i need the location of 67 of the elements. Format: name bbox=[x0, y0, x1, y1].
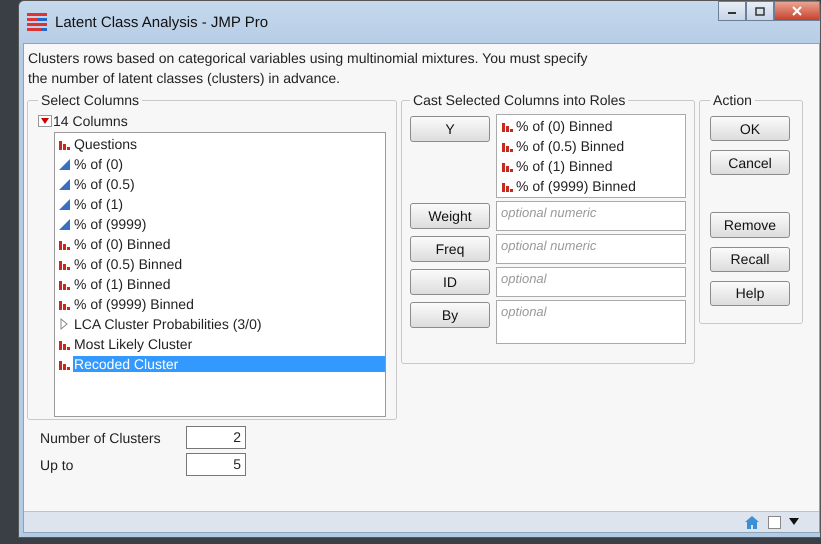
action-button[interactable]: Cancel bbox=[710, 150, 790, 176]
role-list[interactable]: % of (0) Binned % of (0.5) Binned % of (1) Binned % of (9999) Binned bbox=[496, 114, 686, 198]
bar-chart-icon bbox=[58, 278, 70, 290]
home-icon[interactable] bbox=[744, 514, 760, 530]
placeholder: optional bbox=[501, 271, 547, 286]
close-button[interactable] bbox=[774, 1, 820, 21]
close-icon bbox=[792, 6, 802, 16]
expand-triangle-icon[interactable] bbox=[58, 318, 70, 330]
column-item[interactable]: LCA Cluster Probabilities (3/0) bbox=[73, 316, 385, 332]
bar-chart-icon bbox=[501, 140, 513, 152]
bar-chart-icon bbox=[58, 358, 70, 370]
disclosure-button[interactable] bbox=[38, 115, 52, 127]
role-button[interactable]: ID bbox=[410, 269, 490, 295]
column-item[interactable]: Most Likely Cluster bbox=[73, 336, 385, 352]
bar-chart-icon bbox=[58, 338, 70, 350]
panel-title: Select Columns bbox=[40, 92, 140, 108]
action-button[interactable]: OK bbox=[710, 116, 790, 142]
action-button[interactable]: Remove bbox=[710, 212, 790, 238]
column-item[interactable]: % of (0.5) bbox=[73, 176, 385, 192]
column-item[interactable]: % of (0) Binned bbox=[73, 236, 385, 252]
bar-chart-icon bbox=[58, 298, 70, 310]
window-title: Latent Class Analysis - JMP Pro bbox=[55, 14, 268, 30]
action-button[interactable]: Help bbox=[710, 280, 790, 306]
columns-count: 14 Columns bbox=[53, 113, 128, 129]
bar-chart-icon bbox=[58, 258, 70, 270]
role-item: % of (9999) Binned bbox=[516, 178, 636, 194]
column-item[interactable]: % of (1) bbox=[73, 196, 385, 212]
triangle-icon bbox=[58, 158, 70, 170]
column-item[interactable]: Questions bbox=[73, 136, 385, 152]
down-triangle-icon bbox=[41, 118, 49, 124]
maximize-button[interactable] bbox=[746, 1, 774, 21]
role-item: % of (1) Binned bbox=[516, 158, 612, 174]
bar-chart-icon bbox=[501, 180, 513, 192]
checkbox[interactable] bbox=[768, 516, 781, 528]
triangle-icon bbox=[58, 178, 70, 190]
role-item: % of (0.5) Binned bbox=[516, 138, 624, 154]
column-item[interactable]: % of (0.5) Binned bbox=[73, 256, 385, 272]
column-item[interactable]: % of (1) Binned bbox=[73, 276, 385, 292]
role-button[interactable]: Freq bbox=[410, 236, 490, 262]
panel-title: Action bbox=[712, 92, 753, 108]
column-item[interactable]: % of (0) bbox=[73, 156, 385, 172]
role-button[interactable]: Y bbox=[410, 116, 490, 142]
bar-chart-icon bbox=[58, 138, 70, 150]
number-field[interactable]: 2 bbox=[186, 426, 246, 449]
maximize-icon bbox=[755, 6, 765, 16]
bar-chart-icon bbox=[501, 120, 513, 132]
role-button[interactable]: By bbox=[410, 302, 490, 328]
panel-title: Cast Selected Columns into Roles bbox=[412, 92, 626, 108]
dropdown-caret-icon[interactable] bbox=[789, 518, 799, 526]
bar-chart-icon bbox=[501, 160, 513, 172]
option-label: Up to bbox=[40, 456, 74, 472]
number-field[interactable]: 5 bbox=[186, 453, 246, 476]
bar-chart-icon bbox=[58, 238, 70, 250]
option-label: Number of Clusters bbox=[40, 430, 162, 446]
placeholder: optional bbox=[501, 304, 547, 319]
minimize-button[interactable] bbox=[718, 1, 746, 21]
placeholder: optional numeric bbox=[501, 205, 596, 220]
column-item[interactable]: % of (9999) bbox=[73, 216, 385, 232]
triangle-icon bbox=[58, 198, 70, 210]
placeholder: optional numeric bbox=[501, 238, 596, 253]
role-item: % of (0) Binned bbox=[516, 118, 612, 134]
action-button[interactable]: Recall bbox=[710, 246, 790, 272]
description-text: Clusters rows based on categorical variables using multinomial mixtures. You must specify the number of latent classes (clusters) in advance. bbox=[27, 49, 588, 88]
column-item[interactable]: % of (9999) Binned bbox=[73, 296, 385, 312]
app-icon bbox=[27, 13, 47, 31]
triangle-icon bbox=[58, 218, 70, 230]
role-button[interactable]: Weight bbox=[410, 203, 490, 229]
